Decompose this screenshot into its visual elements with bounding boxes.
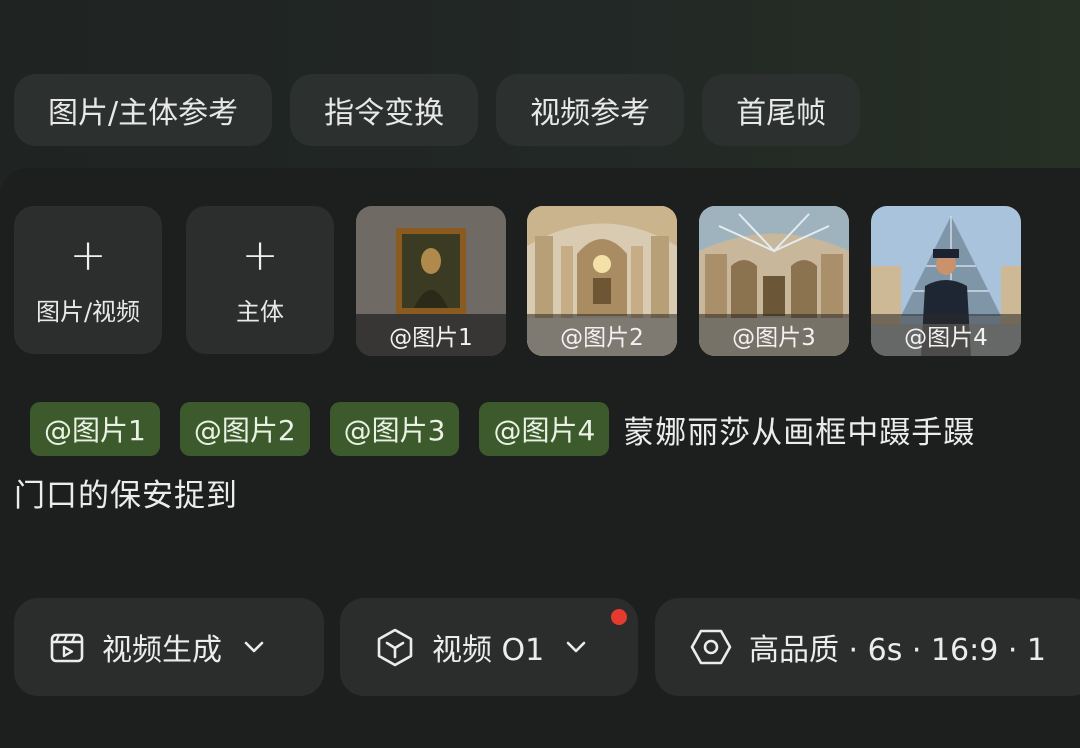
prompt-text-continued: 门口的保安捉到 <box>14 478 238 514</box>
quality-settings-select[interactable]: 高品质 · 6s · 16:9 · 1 <box>655 598 1080 696</box>
quality-settings-label: 高品质 · 6s · 16:9 · 1 <box>749 633 1046 668</box>
tab-instruction-transform[interactable]: 指令变换 <box>290 74 479 146</box>
reference-label-2: @图片2 <box>527 314 677 356</box>
reference-thumbnail-4[interactable]: @图片4 <box>871 206 1021 356</box>
reference-thumbnail-1[interactable]: @图片1 <box>356 206 506 356</box>
reference-label-4: @图片4 <box>871 314 1021 356</box>
plus-icon: + <box>241 229 279 281</box>
model-select[interactable]: 视频 O1 <box>340 598 638 696</box>
tab-image-subject-reference[interactable]: 图片/主体参考 <box>14 74 273 146</box>
tab-first-last-frame[interactable]: 首尾帧 <box>702 74 861 146</box>
generation-type-label: 视频生成 <box>102 633 222 668</box>
mention-chip-4[interactable]: @图片4 <box>479 402 610 456</box>
prompt-input[interactable]: @图片1 @图片2 @图片3 @图片4 蒙娜丽莎从画框中蹑手蹑 <box>14 398 975 460</box>
reference-thumbnail-2[interactable]: @图片2 <box>527 206 677 356</box>
video-clapper-icon <box>48 628 86 666</box>
add-subject-label: 主体 <box>236 297 284 326</box>
notification-dot <box>611 609 627 625</box>
generation-type-select[interactable]: 视频生成 <box>14 598 324 696</box>
mention-chip-3[interactable]: @图片3 <box>329 402 460 456</box>
settings-hexagon-icon <box>689 625 733 669</box>
prompt-text: 蒙娜丽莎从画框中蹑手蹑 <box>623 414 976 451</box>
add-image-video-button[interactable]: + 图片/视频 <box>14 206 162 354</box>
model-label: 视频 O1 <box>432 633 545 668</box>
add-image-video-label: 图片/视频 <box>35 297 141 326</box>
mention-chip-1[interactable]: @图片1 <box>30 402 160 456</box>
mode-tabs: 图片/主体参考 指令变换 视频参考 首尾帧 <box>14 74 861 146</box>
chevron-down-icon <box>562 633 590 661</box>
model-cube-icon <box>374 626 416 668</box>
plus-icon: + <box>69 229 107 281</box>
reference-label-3: @图片3 <box>699 314 849 356</box>
tab-video-reference[interactable]: 视频参考 <box>496 74 685 146</box>
mention-chip-2[interactable]: @图片2 <box>179 402 310 456</box>
reference-label-1: @图片1 <box>356 314 506 356</box>
chevron-down-icon <box>240 633 268 661</box>
add-subject-button[interactable]: + 主体 <box>186 206 334 354</box>
reference-thumbnail-3[interactable]: @图片3 <box>699 206 849 356</box>
